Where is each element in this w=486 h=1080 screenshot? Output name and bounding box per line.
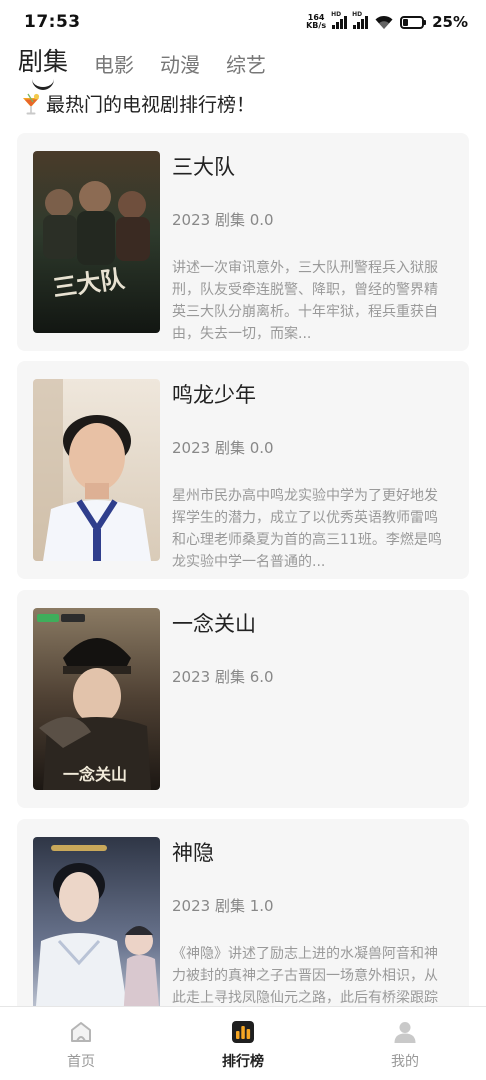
nav-home[interactable]: 首页: [1, 1007, 161, 1071]
item-title: 一念关山: [172, 612, 256, 636]
list-item[interactable]: 鸣龙少年 2023 剧集 0.0 星州市民办高中鸣龙实验中学为了更好地发挥学生的…: [17, 361, 469, 579]
nav-label: 首页: [67, 1054, 95, 1070]
bottom-navigation: 首页 排行榜 我的: [0, 1006, 486, 1080]
signal-icon: HD: [352, 11, 369, 29]
section-heading: 最热门的电视剧排行榜！: [20, 90, 255, 117]
poster-image: [33, 379, 160, 561]
item-title: 鸣龙少年: [172, 383, 256, 407]
signal-hd-label: HD: [352, 11, 363, 18]
wifi-icon: [375, 15, 393, 29]
category-tabs: 剧集 电影 动漫 综艺: [18, 42, 266, 86]
item-meta: 2023 剧集 0.0: [172, 439, 274, 457]
home-icon: [71, 1022, 91, 1042]
signal-icon: HD: [331, 11, 348, 29]
battery-icon: [400, 15, 427, 29]
poster-image: 三大队: [33, 151, 160, 333]
network-speed: 164 KB/s: [306, 14, 326, 30]
nav-ranking[interactable]: 排行榜: [163, 1007, 323, 1071]
item-title: 神隐: [172, 841, 214, 865]
list-item[interactable]: 神隐 2023 剧集 1.0 《神隐》讲述了励志上进的水凝兽阿音和神力被封的真神…: [17, 819, 469, 1037]
item-meta: 2023 剧集 0.0: [172, 211, 274, 229]
status-icons: 164 KB/s HD HD 25%: [306, 11, 468, 33]
status-bar: 17:53 164 KB/s HD HD 25%: [0, 0, 486, 44]
tab-movies[interactable]: 电影: [94, 49, 134, 86]
battery-percent: 25%: [432, 13, 468, 31]
nav-label: 排行榜: [222, 1054, 264, 1070]
ranking-icon: [232, 1021, 254, 1043]
item-description: 讲述一次审讯意外，三大队刑警程兵入狱服刑，队友受牵连脱警、降职，曾经的警界精英三…: [172, 260, 438, 342]
tab-variety[interactable]: 综艺: [226, 49, 266, 86]
item-description: 星州市民办高中鸣龙实验中学为了更好地发挥学生的潜力，成立了以优秀英语教师雷鸣和心…: [172, 488, 442, 570]
section-title: 最热门的电视剧排行榜！: [46, 94, 256, 116]
tab-tv-series[interactable]: 剧集: [18, 42, 68, 86]
item-meta: 2023 剧集 6.0: [172, 668, 274, 686]
item-title: 三大队: [172, 155, 235, 179]
network-speed-unit: KB/s: [306, 21, 327, 30]
signal-hd-label: HD: [331, 11, 342, 18]
tab-anime[interactable]: 动漫: [160, 49, 200, 86]
nav-label: 我的: [391, 1054, 419, 1070]
list-item[interactable]: 一念关山 一念关山 2023 剧集 6.0: [17, 590, 469, 808]
profile-icon: [394, 1022, 416, 1043]
poster-image: 一念关山: [33, 608, 160, 790]
list-item[interactable]: 三大队 三大队 2023 剧集 0.0 讲述一次审讯意外，三大队刑警程兵入狱服刑…: [17, 133, 469, 351]
item-meta: 2023 剧集 1.0: [172, 897, 274, 915]
nav-profile[interactable]: 我的: [325, 1007, 485, 1071]
cocktail-icon: [23, 93, 40, 114]
poster-image: [33, 837, 160, 1019]
svg-text:一念关山: 一念关山: [63, 765, 127, 784]
status-time: 17:53: [24, 12, 81, 32]
